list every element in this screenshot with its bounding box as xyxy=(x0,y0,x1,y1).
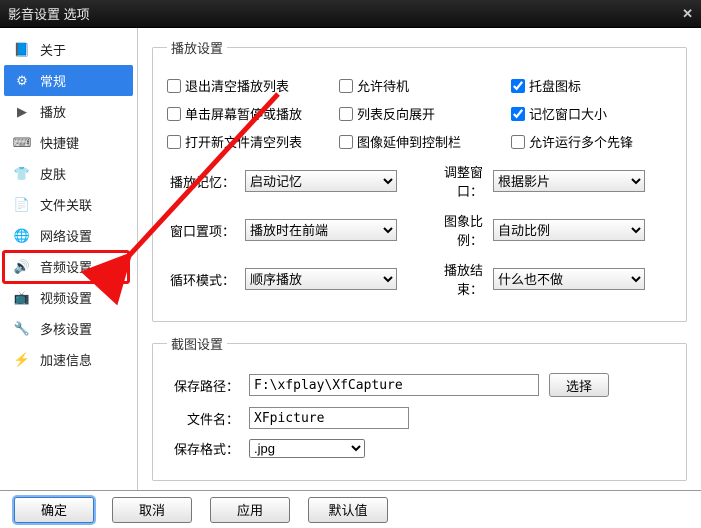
sidebar-item-label: 多核设置 xyxy=(40,319,92,338)
check-1-2[interactable]: 记忆窗口大小 xyxy=(511,104,661,123)
select-1b[interactable]: 自动比例 xyxy=(493,219,645,241)
check-2-2[interactable]: 允许运行多个先锋 xyxy=(511,132,661,151)
check-2-1[interactable]: 图像延伸到控制栏 xyxy=(339,132,489,151)
filename-label: 文件名： xyxy=(167,409,239,428)
sidebar-item-1[interactable]: ⚙ 常规 xyxy=(4,65,133,96)
sel-lbl-2a: 循环模式： xyxy=(167,270,235,289)
sel-lbl-2b: 播放结束： xyxy=(421,260,483,298)
browse-button[interactable]: 选择 xyxy=(549,373,609,397)
check-0-2[interactable]: 托盘图标 xyxy=(511,76,661,95)
keyboard-icon: ⌨ xyxy=(12,134,32,152)
sidebar-item-label: 视频设置 xyxy=(40,288,92,307)
filename-input[interactable] xyxy=(249,407,409,429)
checkbox[interactable] xyxy=(511,107,525,121)
ok-button[interactable]: 确定 xyxy=(14,497,94,523)
check-2-0[interactable]: 打开新文件清空列表 xyxy=(167,132,317,151)
checkbox[interactable] xyxy=(339,107,353,121)
sidebar-item-9[interactable]: 🔧 多核设置 xyxy=(0,313,137,344)
play-icon: ▶ xyxy=(12,103,32,121)
sidebar-item-label: 文件关联 xyxy=(40,195,92,214)
checkbox[interactable] xyxy=(339,79,353,93)
sidebar-item-5[interactable]: 📄 文件关联 xyxy=(0,189,137,220)
sidebar-item-label: 快捷键 xyxy=(40,133,79,152)
format-select[interactable]: .jpg xyxy=(249,439,365,458)
checkbox[interactable] xyxy=(167,135,181,149)
select-1a[interactable]: 播放时在前端 xyxy=(245,219,397,241)
speaker-icon: 🔊 xyxy=(12,258,32,276)
select-2b[interactable]: 什么也不做 xyxy=(493,268,645,290)
check-1-1[interactable]: 列表反向展开 xyxy=(339,104,489,123)
sel-lbl-0a: 播放记忆： xyxy=(167,172,235,191)
sel-lbl-0b: 调整窗口： xyxy=(421,162,483,200)
apply-button[interactable]: 应用 xyxy=(210,497,290,523)
close-icon[interactable]: ✕ xyxy=(682,6,693,22)
sidebar-item-10[interactable]: ⚡ 加速信息 xyxy=(0,344,137,375)
check-1-0[interactable]: 单击屏幕暂停或播放 xyxy=(167,104,317,123)
bolt-icon: ⚡ xyxy=(12,351,32,369)
sidebar-item-label: 关于 xyxy=(40,40,66,59)
sidebar-item-label: 常规 xyxy=(40,71,66,90)
checkbox[interactable] xyxy=(339,135,353,149)
checkbox[interactable] xyxy=(167,107,181,121)
default-button[interactable]: 默认值 xyxy=(308,497,388,523)
footer: 确定 取消 应用 默认值 xyxy=(0,490,701,528)
playback-legend: 播放设置 xyxy=(167,38,227,57)
sel-lbl-1a: 窗口置项： xyxy=(167,221,235,240)
sel-lbl-1b: 图象比例： xyxy=(421,211,483,249)
sidebar-item-3[interactable]: ⌨ 快捷键 xyxy=(0,127,137,158)
sidebar-item-label: 播放 xyxy=(40,102,66,121)
sidebar-item-6[interactable]: 🌐 网络设置 xyxy=(0,220,137,251)
select-0b[interactable]: 根据影片 xyxy=(493,170,645,192)
capture-settings-group: 截图设置 保存路径： 选择 文件名： 保存格式： .jpg xyxy=(152,334,687,481)
tv-icon: 📺 xyxy=(12,289,32,307)
main-panel: 播放设置 退出清空播放列表 允许待机 托盘图标单击屏幕暂停或播放 列表反向展开 记忆窗口… xyxy=(138,28,701,490)
checkbox[interactable] xyxy=(511,135,525,149)
sidebar-item-label: 网络设置 xyxy=(40,226,92,245)
checkbox[interactable] xyxy=(167,79,181,93)
sidebar-item-label: 皮肤 xyxy=(40,164,66,183)
sidebar-item-label: 音频设置 xyxy=(40,257,92,276)
checkbox[interactable] xyxy=(511,79,525,93)
sidebar-item-0[interactable]: 📘 关于 xyxy=(0,34,137,65)
capture-legend: 截图设置 xyxy=(167,334,227,353)
window-title: 影音设置 选项 xyxy=(8,4,90,23)
sidebar-item-7[interactable]: 🔊 音频设置 xyxy=(0,251,137,282)
sidebar-item-2[interactable]: ▶ 播放 xyxy=(0,96,137,127)
sidebar-item-4[interactable]: 👕 皮肤 xyxy=(0,158,137,189)
cpu-icon: 🔧 xyxy=(12,320,32,338)
globe-icon: 🌐 xyxy=(12,227,32,245)
select-0a[interactable]: 启动记忆 xyxy=(245,170,397,192)
format-label: 保存格式： xyxy=(167,439,239,458)
playback-settings-group: 播放设置 退出清空播放列表 允许待机 托盘图标单击屏幕暂停或播放 列表反向展开 记忆窗口… xyxy=(152,38,687,322)
check-0-0[interactable]: 退出清空播放列表 xyxy=(167,76,317,95)
titlebar: 影音设置 选项 ✕ xyxy=(0,0,701,28)
cancel-button[interactable]: 取消 xyxy=(112,497,192,523)
path-input[interactable] xyxy=(249,374,539,396)
sidebar: 📘 关于 ⚙ 常规 ▶ 播放 ⌨ 快捷键 👕 皮肤 📄 文件关联 🌐 网络设置 🔊 音频设置 📺 视频设置 🔧 多核设… xyxy=(0,28,138,490)
check-0-1[interactable]: 允许待机 xyxy=(339,76,489,95)
info-icon: 📘 xyxy=(12,41,32,59)
path-label: 保存路径： xyxy=(167,376,239,395)
gear-icon: ⚙ xyxy=(12,72,32,90)
sidebar-item-8[interactable]: 📺 视频设置 xyxy=(0,282,137,313)
sidebar-item-label: 加速信息 xyxy=(40,350,92,369)
shirt-icon: 👕 xyxy=(12,165,32,183)
select-2a[interactable]: 顺序播放 xyxy=(245,268,397,290)
file-icon: 📄 xyxy=(12,196,32,214)
